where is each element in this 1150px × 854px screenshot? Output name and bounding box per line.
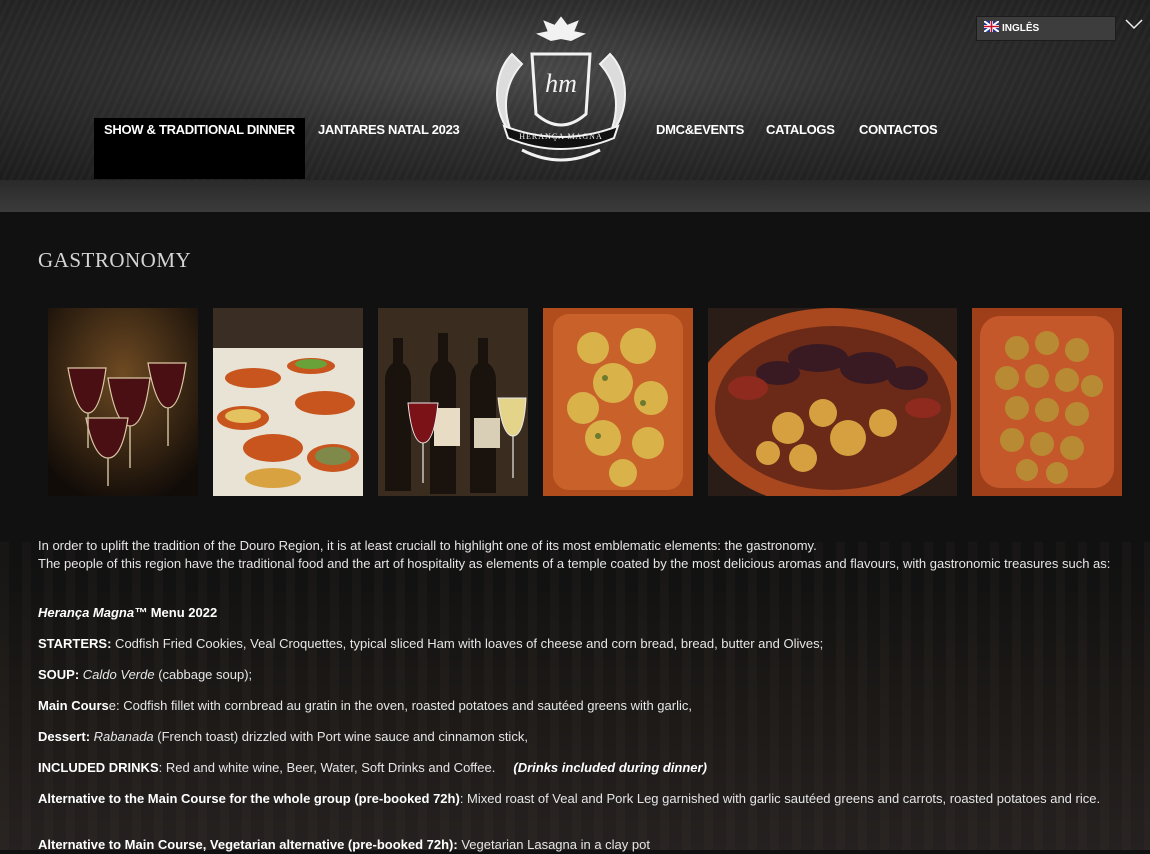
drinks-line: INCLUDED DRINKS: Red and white wine, Bee… bbox=[38, 759, 1112, 777]
svg-text:HERANÇA MAGNA: HERANÇA MAGNA bbox=[519, 132, 602, 141]
starters-line: STARTERS: Codfish Fried Cookies, Veal Cr… bbox=[38, 635, 1112, 653]
main-course-line: Main Course: Codfish fillet with cornbre… bbox=[38, 697, 1112, 715]
language-selector[interactable]: INGLÊS bbox=[976, 16, 1116, 41]
starters-text: Codfish Fried Cookies, Veal Croquettes, … bbox=[111, 636, 824, 651]
uk-flag-icon bbox=[983, 20, 1000, 33]
drinks-note: (Drinks included during dinner) bbox=[513, 760, 707, 775]
intro-paragraph: In order to uplift the tradition of the … bbox=[38, 537, 1112, 573]
page-title: GASTRONOMY bbox=[38, 248, 192, 272]
codfish-dish-photo[interactable] bbox=[543, 308, 693, 496]
nav-jantares-natal[interactable]: JANTARES NATAL 2023 bbox=[318, 118, 460, 179]
soup-line: SOUP: Caldo Verde (cabbage soup); bbox=[38, 666, 1112, 684]
heranca-magna-logo[interactable]: hm HERANÇA MAGNA bbox=[482, 14, 640, 166]
vegetarian-line: Alternative to Main Course, Vegetarian a… bbox=[38, 836, 1112, 854]
main-course-label: Main Cours bbox=[38, 698, 109, 713]
menu-brand: Herança Magna™ bbox=[38, 605, 148, 620]
soup-text: (cabbage soup); bbox=[154, 667, 253, 682]
soup-label: SOUP: bbox=[38, 667, 80, 682]
buffet-table-photo[interactable] bbox=[213, 308, 363, 496]
dessert-name: Rabanada bbox=[93, 729, 154, 744]
wine-bottles-photo[interactable] bbox=[378, 308, 528, 496]
nav-dmc-events[interactable]: DMC&EVENTS bbox=[656, 118, 744, 179]
wine-glasses-photo[interactable] bbox=[48, 308, 198, 496]
intro-line-1: In order to uplift the tradition of the … bbox=[38, 538, 817, 553]
main-course-text: e: Codfish fillet with cornbread au grat… bbox=[108, 698, 692, 713]
starters-label: STARTERS: bbox=[38, 636, 112, 651]
drinks-label: INCLUDED DRINKS bbox=[38, 760, 159, 775]
alternative-label: Alternative to the Main Course for the w… bbox=[38, 791, 460, 806]
svg-text:hm: hm bbox=[545, 69, 577, 98]
alternative-line: Alternative to the Main Course for the w… bbox=[38, 790, 1112, 808]
intro-line-2: The people of this region have the tradi… bbox=[38, 556, 1111, 571]
nav-show-traditional-dinner[interactable]: SHOW & TRADITIONAL DINNER bbox=[94, 118, 305, 179]
header-band bbox=[0, 180, 1150, 212]
soup-name: Caldo Verde bbox=[82, 667, 155, 682]
drinks-text: : Red and white wine, Beer, Water, Soft … bbox=[158, 760, 496, 775]
alternative-text: : Mixed roast of Veal and Pork Leg garni… bbox=[459, 791, 1101, 806]
language-label: INGLÊS bbox=[1002, 23, 1040, 34]
menu-year: Menu 2022 bbox=[147, 605, 218, 620]
dessert-label: Dessert: bbox=[38, 729, 91, 744]
croquettes-photo[interactable] bbox=[972, 308, 1122, 496]
dessert-text: (French toast) drizzled with Port wine s… bbox=[153, 729, 528, 744]
nav-contactos[interactable]: CONTACTOS bbox=[859, 118, 938, 179]
menu-title: Herança Magna™ Menu 2022 bbox=[38, 604, 1112, 622]
dessert-line: Dessert: Rabanada (French toast) drizzle… bbox=[38, 728, 1112, 746]
sausage-platter-photo[interactable] bbox=[708, 308, 957, 496]
chevron-down-icon[interactable] bbox=[1124, 16, 1144, 32]
nav-catalogs[interactable]: CATALOGS bbox=[766, 118, 835, 179]
